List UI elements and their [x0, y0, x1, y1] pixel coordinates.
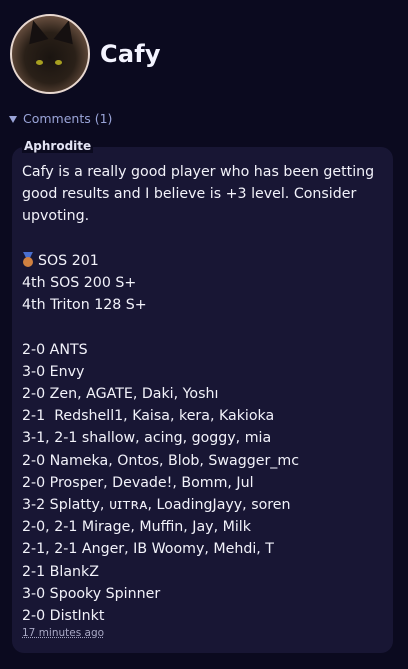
comment-timestamp[interactable]: 17 minutes ago [22, 627, 104, 639]
username: Cafy [100, 40, 161, 68]
comments-toggle-label: Comments (1) [23, 111, 113, 126]
placement-line: 4th SOS 200 S+ [22, 275, 137, 292]
result-line: 2-0 Nameka, Ontos, Blob, Swagger_mc [22, 452, 300, 469]
result-line: 2-0 ANTS [22, 341, 88, 358]
result-line: 2-1 BlankZ [22, 563, 99, 580]
cat-ear [53, 17, 79, 45]
result-line: 3-1, 2-1 shallow, acing, goggy, mia [22, 430, 272, 447]
result-line: 2-0 DistInkt [22, 608, 105, 625]
comment-body: Cafy is a really good player who has bee… [22, 161, 383, 627]
comments-toggle[interactable]: Comments (1) [9, 111, 112, 126]
caret-down-icon [9, 115, 17, 123]
result-line: 3-0 Envy [22, 363, 85, 380]
result-line: 3-0 Spooky Spinner [22, 585, 161, 602]
comment-intro: Cafy is a really good player who has bee… [22, 164, 379, 225]
result-line: 2-1, 2-1 Anger, IB Woomy, Mehdi, T [22, 541, 274, 558]
result-line: 2-1 Redshell1, Kaisa, kera, Kakioka [22, 408, 275, 425]
cat-ear [23, 17, 49, 45]
result-line: 3-2 Splatty, ᴜɪᴛʀᴀ, LoadingJayy, soren [22, 497, 291, 514]
profile-header: Cafy [10, 12, 161, 96]
placement-line: SOS 201 [22, 251, 99, 269]
result-line: 2-0 Prosper, Devade!, Bomm, Jul [22, 474, 254, 491]
comment-author[interactable]: Aphrodite [22, 139, 94, 153]
medal-icon [22, 251, 34, 267]
cat-eye [55, 60, 62, 65]
comment-card: Cafy is a really good player who has bee… [12, 147, 393, 653]
result-line: 2-0, 2-1 Mirage, Muffin, Jay, Milk [22, 519, 251, 536]
avatar[interactable] [10, 14, 90, 94]
result-line: 2-0 Zen, AGATE, Daki, Yoshı [22, 386, 219, 403]
cat-eye [36, 60, 43, 65]
placement-line: 4th Triton 128 S+ [22, 297, 147, 314]
